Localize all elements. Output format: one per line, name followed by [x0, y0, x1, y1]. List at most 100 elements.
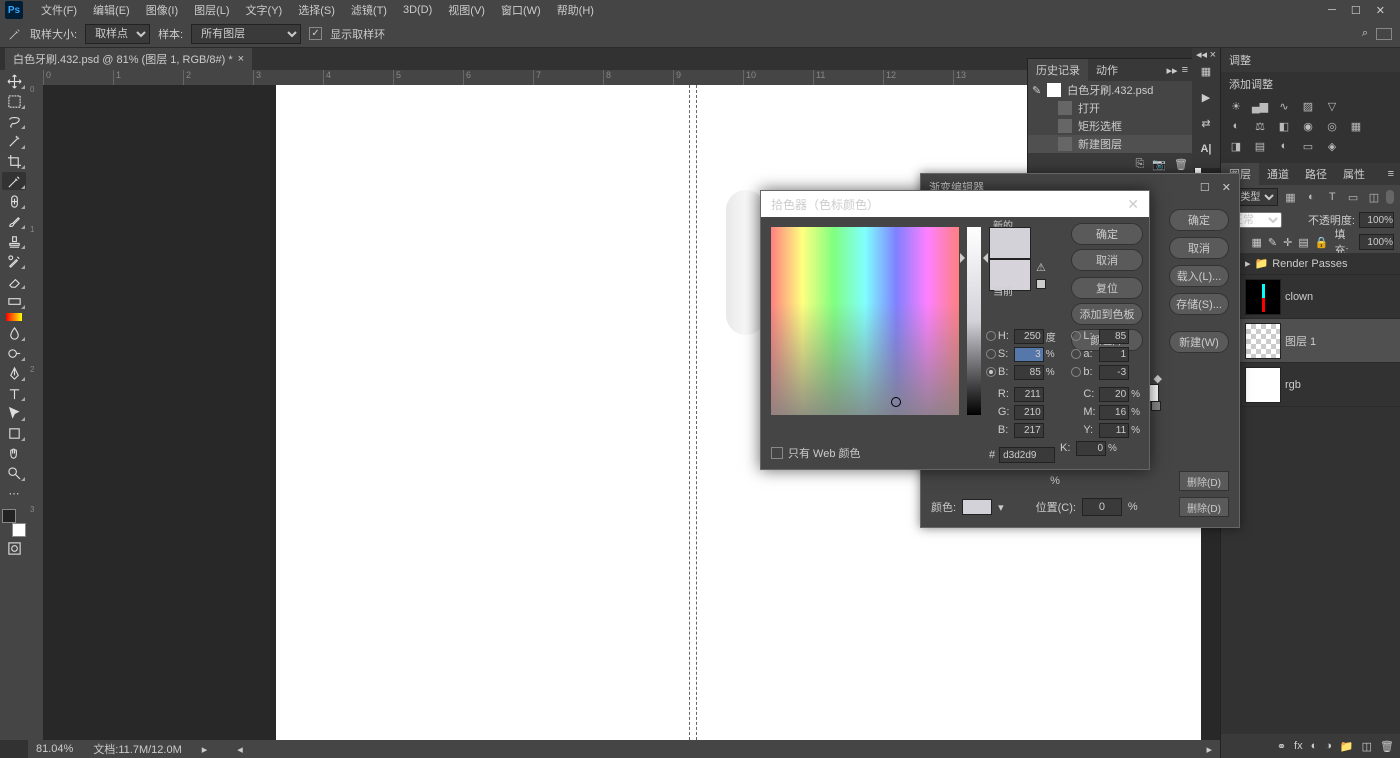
menu-edit[interactable]: 编辑(E) [85, 2, 138, 18]
tab-actions[interactable]: 动作 [1088, 59, 1126, 81]
scroll-left-icon[interactable]: ◂ [237, 743, 243, 756]
search-icon[interactable]: ⌕ [1362, 27, 1368, 40]
wand-tool[interactable] [2, 132, 26, 150]
filter-smart-icon[interactable]: ◫ [1366, 189, 1383, 205]
blur-tool[interactable] [2, 324, 26, 342]
panel-menu-icon[interactable]: ≡ [1182, 64, 1188, 77]
radio-b[interactable] [986, 367, 996, 377]
menu-select[interactable]: 选择(S) [290, 2, 343, 18]
color-swatch[interactable] [962, 499, 992, 515]
brightness-slider[interactable] [967, 227, 981, 415]
l-input[interactable] [1099, 329, 1129, 344]
ok-button[interactable]: 确定 [1169, 209, 1229, 231]
k-input[interactable] [1076, 441, 1106, 456]
color-stop[interactable] [1151, 401, 1161, 411]
hand-tool[interactable] [2, 444, 26, 462]
invert-icon[interactable]: ◨ [1227, 138, 1245, 154]
radio-a[interactable] [1071, 349, 1081, 359]
gradient-map-icon[interactable]: ▭ [1299, 138, 1317, 154]
menu-file[interactable]: 文件(F) [33, 2, 85, 18]
color-field[interactable] [771, 227, 959, 415]
mixer-icon[interactable]: ◎ [1323, 118, 1341, 134]
y-input[interactable] [1099, 423, 1129, 438]
layer-thumbnail[interactable] [1245, 323, 1281, 359]
camera-icon[interactable]: 📷 [1152, 158, 1166, 171]
show-ring-checkbox[interactable] [309, 27, 322, 40]
history-step[interactable]: 打开 [1028, 99, 1194, 117]
tab-adjustments[interactable]: 调整 [1221, 48, 1400, 72]
layer-row[interactable]: 👁 rgb [1221, 363, 1400, 407]
position-input[interactable] [1082, 498, 1122, 516]
menu-filter[interactable]: 滤镜(T) [343, 2, 395, 18]
cancel-button[interactable]: 取消 [1071, 249, 1143, 271]
r-input[interactable] [1014, 387, 1044, 402]
tab-paths[interactable]: 路径 [1297, 163, 1335, 185]
blue-input[interactable] [1014, 423, 1044, 438]
move-tool[interactable] [2, 72, 26, 90]
history-brush-tool[interactable] [2, 252, 26, 270]
marquee-tool[interactable] [2, 92, 26, 110]
exposure-icon[interactable]: ▨ [1299, 98, 1317, 114]
path-select-tool[interactable] [2, 404, 26, 422]
group-icon[interactable]: 📁 [1340, 740, 1354, 753]
color-swatches[interactable] [2, 509, 26, 537]
zoom-tool[interactable] [2, 464, 26, 482]
chevron-right-icon[interactable]: ▸ [1245, 257, 1251, 270]
dodge-tool[interactable] [2, 344, 26, 362]
scroll-right-icon[interactable]: ▸ [1206, 743, 1212, 756]
history-step[interactable]: 矩形选框 [1028, 117, 1194, 135]
delete-button[interactable]: 删除(D) [1179, 471, 1229, 491]
ruler-origin[interactable] [28, 70, 43, 85]
workspace-switcher-icon[interactable] [1376, 28, 1392, 40]
tab-properties[interactable]: 属性 [1335, 163, 1373, 185]
layer-thumbnail[interactable] [1245, 279, 1281, 315]
brightness-icon[interactable]: ☀ [1227, 98, 1245, 114]
guide-line[interactable] [689, 85, 690, 740]
pen-tool[interactable] [2, 364, 26, 382]
fill-input[interactable] [1359, 234, 1394, 250]
vibrance-icon[interactable]: ▽ [1323, 98, 1341, 114]
layer-name[interactable]: rgb [1285, 379, 1301, 391]
doc-size[interactable]: 文档:11.7M/12.0M [93, 741, 181, 757]
menu-view[interactable]: 视图(V) [440, 2, 493, 18]
lock-pixels-icon[interactable]: ▦ [1252, 236, 1262, 249]
layer-row[interactable]: 👁 clown [1221, 275, 1400, 319]
web-safe-swatch[interactable] [1036, 279, 1046, 289]
gradient-swatch[interactable] [2, 312, 26, 322]
radio-s[interactable] [986, 349, 996, 359]
lab-b-input[interactable] [1099, 365, 1129, 380]
character-panel-icon[interactable]: A| [1192, 136, 1220, 162]
swatches-panel-icon[interactable]: ▦ [1192, 58, 1220, 84]
layer-name[interactable]: Render Passes [1272, 258, 1347, 270]
layer-name[interactable]: clown [1285, 291, 1313, 303]
lookup-icon[interactable]: ▦ [1347, 118, 1365, 134]
quick-mask-toggle[interactable] [2, 539, 26, 557]
cancel-button[interactable]: 取消 [1169, 237, 1229, 259]
b-input[interactable] [1014, 365, 1044, 380]
filter-adj-icon[interactable]: ◐ [1303, 189, 1320, 205]
add-swatch-button[interactable]: 添加到色板 [1071, 303, 1143, 325]
a-input[interactable] [1099, 347, 1129, 362]
close-icon[interactable]: × [1210, 49, 1216, 61]
filter-pixel-icon[interactable]: ▦ [1282, 189, 1299, 205]
load-button[interactable]: 载入(L)... [1169, 265, 1229, 287]
selective-color-icon[interactable]: ◈ [1323, 138, 1341, 154]
layer-row-folder[interactable]: 👁 ▸ 📁 Render Passes [1221, 253, 1400, 275]
adjustment-layer-icon[interactable]: ◑ [1325, 740, 1332, 752]
tab-history[interactable]: 历史记录 [1028, 59, 1088, 81]
web-only-checkbox[interactable] [771, 447, 783, 459]
save-button[interactable]: 存储(S)... [1169, 293, 1229, 315]
lasso-tool[interactable] [2, 112, 26, 130]
more-tools[interactable]: ⋯ [2, 484, 26, 502]
eyedropper-tool[interactable] [2, 172, 26, 190]
crop-tool[interactable] [2, 152, 26, 170]
gradient-tool[interactable] [2, 292, 26, 310]
menu-image[interactable]: 图像(I) [138, 2, 186, 18]
shape-tool[interactable] [2, 424, 26, 442]
window-minimize[interactable]: ─ [1328, 4, 1336, 17]
history-step[interactable]: 新建图层 [1028, 135, 1194, 153]
menu-3d[interactable]: 3D(D) [395, 4, 440, 16]
radio-b2[interactable] [1071, 367, 1081, 377]
zoom-value[interactable]: 81.04% [36, 743, 73, 755]
sample-select[interactable]: 所有图层 [191, 24, 301, 44]
